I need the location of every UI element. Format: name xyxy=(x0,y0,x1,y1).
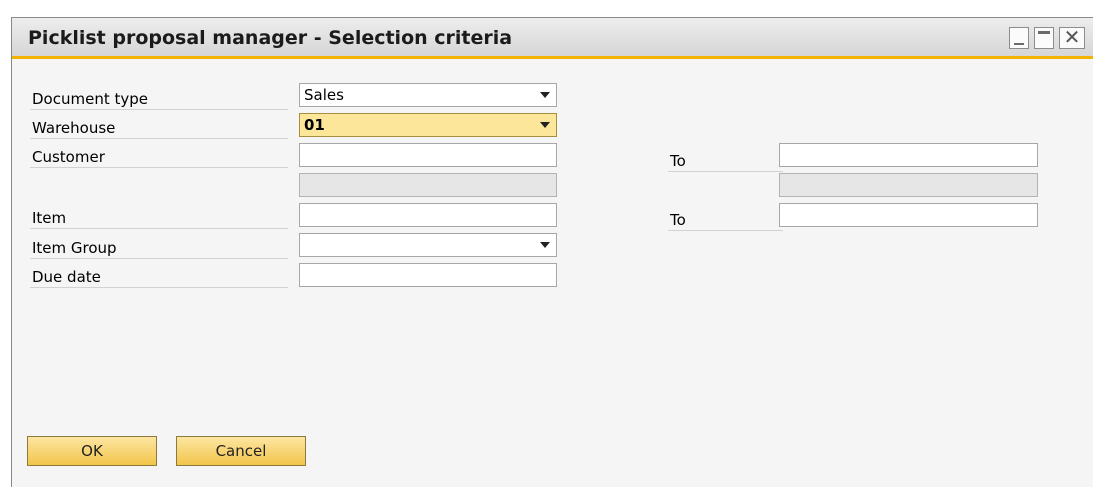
customer-to-input[interactable] xyxy=(779,143,1038,167)
customer-from-input[interactable] xyxy=(299,143,557,167)
item-group-select[interactable] xyxy=(299,233,557,257)
warehouse-label: Warehouse xyxy=(30,117,288,139)
customer-to-label: To xyxy=(668,150,783,172)
item-to-input[interactable] xyxy=(779,203,1038,227)
cancel-button[interactable]: Cancel xyxy=(176,436,306,466)
customer-name-readonly xyxy=(299,173,557,197)
due-date-input[interactable] xyxy=(299,263,557,287)
title-bar[interactable]: Picklist proposal manager - Selection cr… xyxy=(12,18,1093,59)
chevron-down-icon xyxy=(540,242,550,248)
item-label: Item xyxy=(30,207,288,229)
due-date-label: Due date xyxy=(30,266,288,288)
document-type-select[interactable]: Sales xyxy=(299,83,557,107)
document-type-label: Document type xyxy=(30,88,288,110)
customer-to-name-readonly xyxy=(779,173,1038,197)
chevron-down-icon xyxy=(540,92,550,98)
document-type-value: Sales xyxy=(304,86,344,104)
warehouse-select[interactable]: 01 xyxy=(299,113,557,137)
ok-button[interactable]: OK xyxy=(27,436,157,466)
item-to-label: To xyxy=(668,209,783,231)
picklist-selection-window: Picklist proposal manager - Selection cr… xyxy=(11,17,1093,487)
maximize-icon[interactable] xyxy=(1034,27,1054,49)
close-icon[interactable]: ✕ xyxy=(1059,27,1085,49)
window-title: Picklist proposal manager - Selection cr… xyxy=(28,27,513,49)
warehouse-value: 01 xyxy=(304,116,325,134)
chevron-down-icon xyxy=(540,122,550,128)
minimize-icon[interactable] xyxy=(1009,27,1029,49)
item-group-label: Item Group xyxy=(30,237,288,259)
customer-label: Customer xyxy=(30,146,288,168)
item-from-input[interactable] xyxy=(299,203,557,227)
